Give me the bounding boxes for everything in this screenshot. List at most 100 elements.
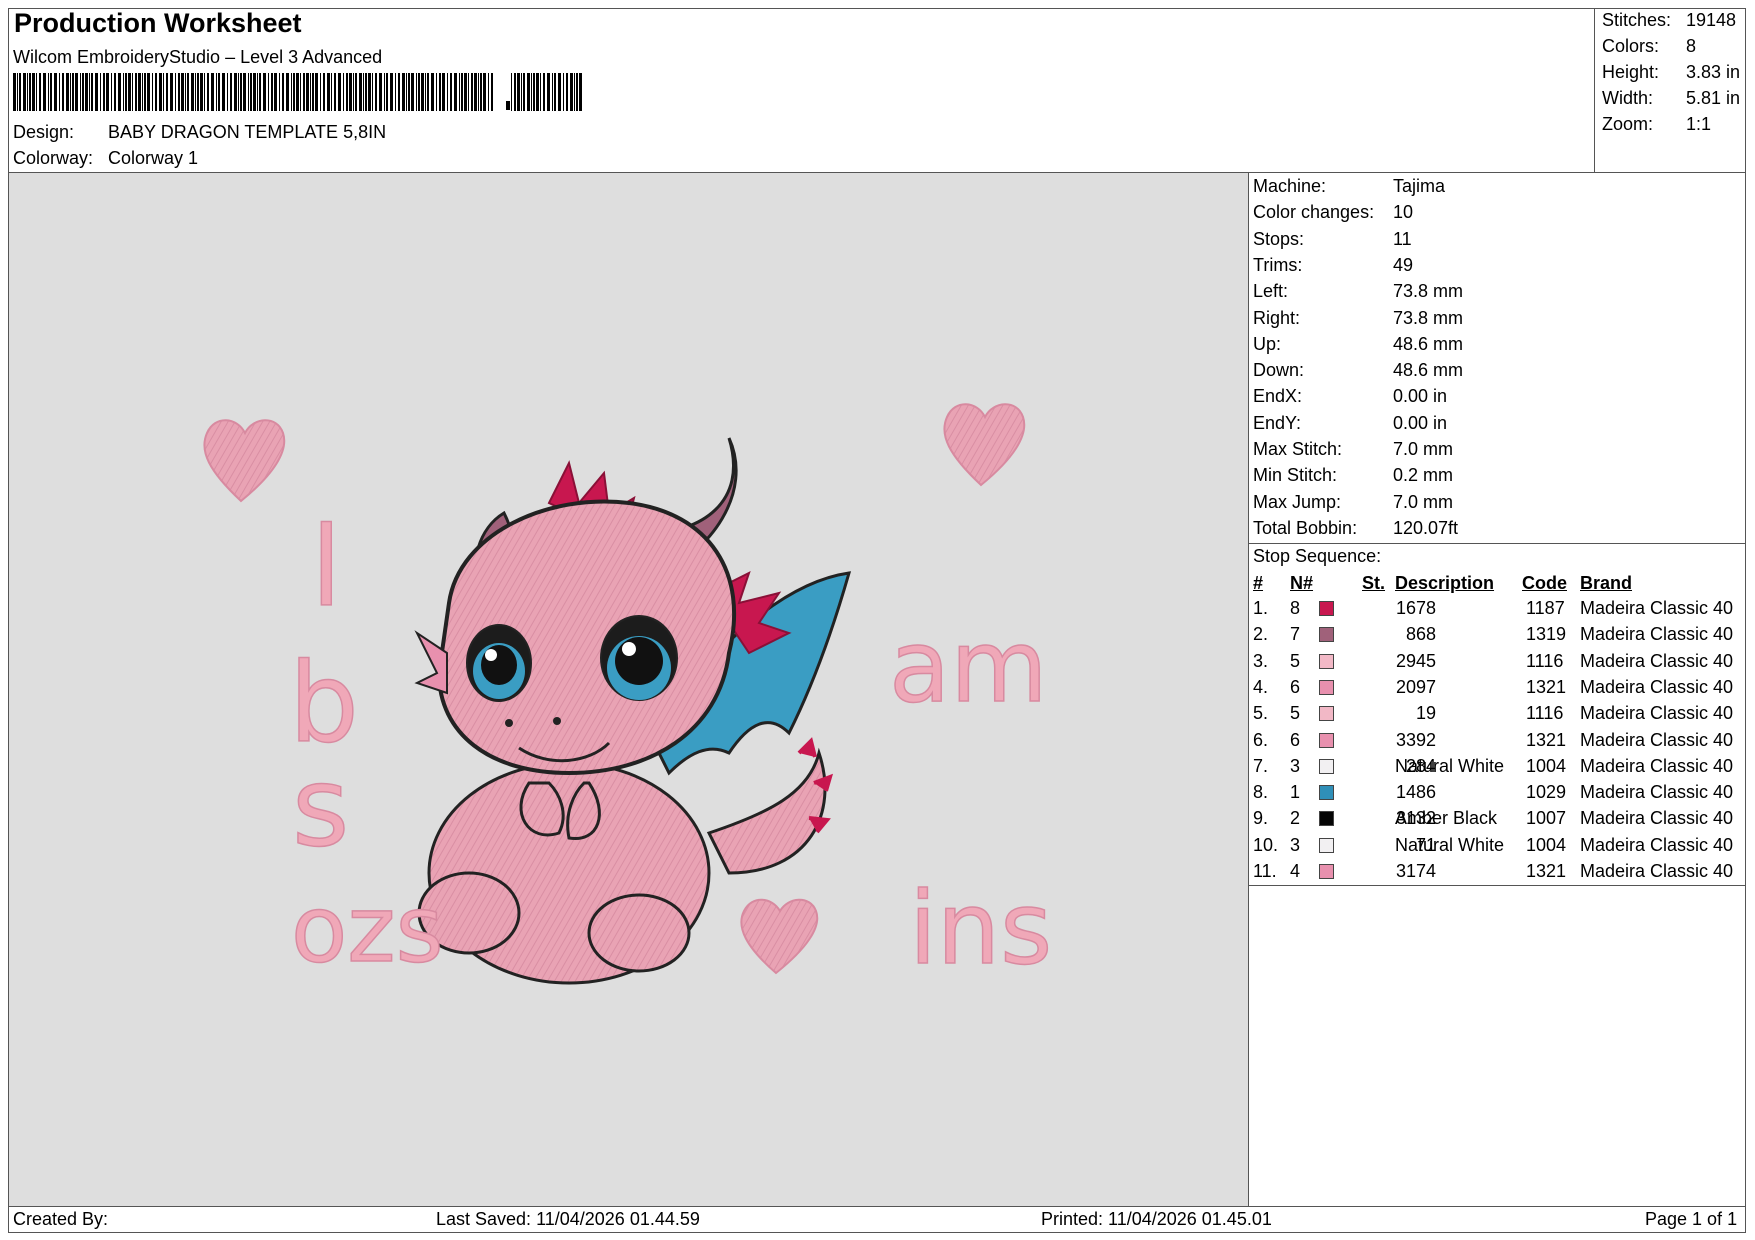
table-row: 6. 6 3392 1321 Madeira Classic 40 — [1250, 730, 1746, 756]
info-label: Up: — [1253, 333, 1282, 354]
table-row: 5. 5 19 1116 Madeira Classic 40 — [1250, 703, 1746, 729]
row-needle: 5 — [1290, 650, 1301, 671]
stat-value: 19148 — [1686, 10, 1737, 30]
table-row: 8. 1 1486 1029 Madeira Classic 40 — [1250, 782, 1746, 808]
row-num: 7. — [1253, 755, 1269, 776]
row-brand: Madeira Classic 40 — [1580, 861, 1734, 881]
table-row: 1. 8 1678 1187 Madeira Classic 40 — [1250, 598, 1746, 624]
row-code: 1004 — [1526, 755, 1567, 776]
info-label: Max Jump: — [1253, 491, 1342, 512]
row-num: 2. — [1253, 624, 1269, 645]
colorway-row: Colorway: Colorway 1 — [13, 148, 198, 169]
row-stitches: 1678 — [1395, 598, 1436, 618]
machine-info-row: Color changes: 10 — [1253, 202, 1413, 223]
row-needle: 7 — [1290, 624, 1301, 645]
table-row: 7. 3 284 Natural White 1004 Madeira Classic 4… — [1250, 756, 1746, 782]
stat-value: 8 — [1686, 36, 1697, 56]
design-label: Design: — [13, 122, 75, 142]
info-value: 0.2 mm — [1393, 465, 1454, 486]
row-stitches: 1486 — [1395, 782, 1436, 803]
machine-info-row: EndX: 0.00 in — [1253, 386, 1447, 407]
table-row: 9. 2 3132 Amber Black 1007 Madeira Classic 40 — [1250, 808, 1746, 834]
info-label: Min Stitch: — [1253, 465, 1338, 486]
machine-info-row: Up: 48.6 mm — [1253, 333, 1463, 355]
row-needle: 3 — [1290, 755, 1301, 776]
info-label: Trims: — [1253, 254, 1303, 275]
info-label: EndY: — [1253, 412, 1302, 433]
row-stitches: 2945 — [1395, 650, 1436, 671]
stat-label: Colors: — [1602, 36, 1660, 56]
row-brand: Madeira Classic 40 — [1580, 834, 1734, 855]
row-stitches: 3174 — [1395, 861, 1436, 881]
info-value: 7.0 mm — [1393, 491, 1454, 512]
info-value: 73.8 mm — [1393, 307, 1464, 328]
machine-info-row: Stops: 11 — [1253, 228, 1412, 250]
row-brand: Madeira Classic 40 — [1580, 782, 1734, 803]
row-needle: 1 — [1290, 782, 1301, 803]
row-num: 10. — [1253, 834, 1279, 855]
table-row: 10. 3 71 Natural White 1004 Madeira Classic 4… — [1250, 835, 1746, 861]
row-num: 5. — [1253, 703, 1269, 724]
row-needle: 3 — [1290, 834, 1301, 855]
row-code: 1116 — [1526, 703, 1564, 724]
footer-divider — [8, 1206, 1746, 1207]
stat-label: Stitches: — [1602, 10, 1672, 30]
page-number: Page 1 of 1 — [1645, 1209, 1738, 1229]
row-stitches: 3392 — [1395, 729, 1436, 750]
info-label: Right: — [1253, 307, 1301, 328]
col-header-n: N# — [1290, 573, 1314, 593]
machine-info-row: Right: 73.8 mm — [1253, 307, 1463, 329]
row-needle: 6 — [1290, 676, 1301, 697]
last-saved: Last Saved: 11/04/2026 01.44.59 — [436, 1209, 700, 1229]
col-header-brand: Brand — [1580, 573, 1633, 593]
row-num: 1. — [1253, 598, 1269, 618]
row-num: 11. — [1253, 861, 1277, 881]
info-value: 0.00 in — [1393, 412, 1448, 433]
stat-value: 3.83 in — [1686, 62, 1741, 82]
machine-info-row: Total Bobbin: 120.07ft — [1253, 517, 1458, 539]
design-text-ins: ins — [909, 870, 1052, 987]
machine-info-row: Left: 73.8 mm — [1253, 281, 1463, 302]
info-label: Left: — [1253, 281, 1289, 302]
info-value: 11 — [1393, 228, 1412, 249]
design-text-ozs: ozs — [291, 876, 444, 983]
row-needle: 2 — [1290, 808, 1301, 829]
software-name: Wilcom EmbroideryStudio – Level 3 Advanc… — [13, 47, 383, 67]
row-description: Amber Black — [1395, 808, 1498, 829]
machine-info-row: Machine: Tajima — [1253, 176, 1445, 197]
row-brand: Madeira Classic 40 — [1580, 598, 1734, 618]
design-row: Design: BABY DRAGON TEMPLATE 5,8IN — [13, 122, 386, 143]
row-num: 4. — [1253, 676, 1269, 697]
col-header-description: Description — [1395, 573, 1495, 593]
info-label: Down: — [1253, 360, 1305, 381]
info-value: 48.6 mm — [1393, 360, 1464, 381]
row-num: 9. — [1253, 808, 1269, 829]
row-stitches: 2097 — [1395, 676, 1436, 697]
row-code: 1321 — [1526, 676, 1567, 697]
row-brand: Madeira Classic 40 — [1580, 676, 1734, 697]
embroidery-design: l b s ozs am ins — [203, 403, 1053, 988]
row-brand: Madeira Classic 40 — [1580, 650, 1734, 671]
info-divider — [1249, 543, 1746, 544]
row-brand: Madeira Classic 40 — [1580, 729, 1734, 750]
info-value: 48.6 mm — [1393, 333, 1464, 354]
printed-date: Printed: 11/04/2026 01.45.01 — [1041, 1209, 1272, 1229]
row-code: 1319 — [1526, 624, 1567, 645]
info-value: 10 — [1393, 202, 1414, 223]
machine-info-row: Trims: 49 — [1253, 254, 1413, 276]
stop-sequence-title: Stop Sequence: — [1253, 546, 1382, 566]
table-row: 3. 5 2945 1116 Madeira Classic 40 — [1250, 651, 1746, 677]
row-num: 3. — [1253, 650, 1269, 671]
info-label: Stops: — [1253, 228, 1305, 249]
stat-value: 1:1 — [1686, 114, 1712, 134]
row-code: 1004 — [1526, 834, 1567, 855]
col-header-code: Code — [1522, 573, 1567, 593]
design-text-s: s — [292, 743, 349, 871]
design-text-l: l — [311, 503, 342, 631]
row-brand: Madeira Classic 40 — [1580, 808, 1734, 829]
stat-label: Width: — [1602, 88, 1654, 108]
info-label: Total Bobbin: — [1253, 517, 1358, 538]
stat-label: Zoom: — [1602, 114, 1654, 134]
row-description: Natural White — [1395, 834, 1505, 855]
row-num: 6. — [1253, 729, 1269, 750]
